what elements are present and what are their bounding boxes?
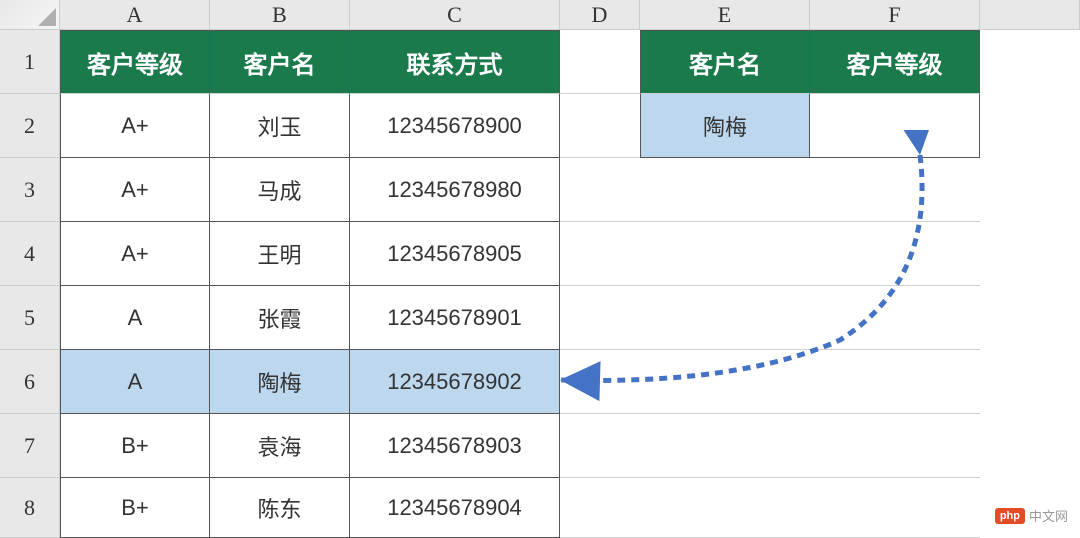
- cell-B7[interactable]: 袁海: [210, 414, 350, 478]
- row-header-1[interactable]: 1: [0, 30, 60, 94]
- cell-E3[interactable]: [640, 158, 810, 222]
- cell-C5[interactable]: 12345678901: [350, 286, 560, 350]
- cell-F6[interactable]: [810, 350, 980, 414]
- row-header-5[interactable]: 5: [0, 286, 60, 350]
- watermark: php 中文网: [995, 506, 1068, 525]
- col-header-extra[interactable]: [980, 0, 1080, 30]
- cell-A7[interactable]: B+: [60, 414, 210, 478]
- cell-extra-5[interactable]: [980, 286, 1080, 350]
- col-header-E[interactable]: E: [640, 0, 810, 30]
- cell-E6[interactable]: [640, 350, 810, 414]
- header-customer-name[interactable]: 客户名: [210, 30, 350, 94]
- cell-E4[interactable]: [640, 222, 810, 286]
- cell-A4[interactable]: A+: [60, 222, 210, 286]
- spreadsheet-grid: A B C D E F 1 客户等级 客户名 联系方式 客户名 客户等级 2 A…: [0, 0, 1080, 538]
- cell-A2[interactable]: A+: [60, 94, 210, 158]
- select-all-corner[interactable]: [0, 0, 60, 30]
- col-header-C[interactable]: C: [350, 0, 560, 30]
- cell-D1[interactable]: [560, 30, 640, 94]
- cell-D8[interactable]: [560, 478, 640, 538]
- cell-C8[interactable]: 12345678904: [350, 478, 560, 538]
- row-header-6[interactable]: 6: [0, 350, 60, 414]
- row-header-4[interactable]: 4: [0, 222, 60, 286]
- cell-A8[interactable]: B+: [60, 478, 210, 538]
- cell-D6[interactable]: [560, 350, 640, 414]
- cell-C4[interactable]: 12345678905: [350, 222, 560, 286]
- col-header-B[interactable]: B: [210, 0, 350, 30]
- cell-F3[interactable]: [810, 158, 980, 222]
- cell-A6[interactable]: A: [60, 350, 210, 414]
- header-customer-grade[interactable]: 客户等级: [60, 30, 210, 94]
- cell-E2-lookup-name[interactable]: 陶梅: [640, 94, 810, 158]
- col-header-F[interactable]: F: [810, 0, 980, 30]
- cell-B6[interactable]: 陶梅: [210, 350, 350, 414]
- cell-E7[interactable]: [640, 414, 810, 478]
- cell-B8[interactable]: 陈东: [210, 478, 350, 538]
- cell-D7[interactable]: [560, 414, 640, 478]
- cell-E5[interactable]: [640, 286, 810, 350]
- cell-A3[interactable]: A+: [60, 158, 210, 222]
- watermark-text: 中文网: [1029, 506, 1068, 525]
- cell-A5[interactable]: A: [60, 286, 210, 350]
- cell-D2[interactable]: [560, 94, 640, 158]
- watermark-badge: php: [995, 508, 1025, 524]
- row-header-2[interactable]: 2: [0, 94, 60, 158]
- header-contact[interactable]: 联系方式: [350, 30, 560, 94]
- cell-C7[interactable]: 12345678903: [350, 414, 560, 478]
- cell-B3[interactable]: 马成: [210, 158, 350, 222]
- row-header-7[interactable]: 7: [0, 414, 60, 478]
- row-header-8[interactable]: 8: [0, 478, 60, 538]
- cell-extra-4[interactable]: [980, 222, 1080, 286]
- cell-F5[interactable]: [810, 286, 980, 350]
- cell-F2-lookup-result[interactable]: [810, 94, 980, 158]
- cell-B4[interactable]: 王明: [210, 222, 350, 286]
- col-header-D[interactable]: D: [560, 0, 640, 30]
- cell-D3[interactable]: [560, 158, 640, 222]
- cell-C2[interactable]: 12345678900: [350, 94, 560, 158]
- cell-extra-2[interactable]: [980, 94, 1080, 158]
- cell-extra-3[interactable]: [980, 158, 1080, 222]
- header2-customer-name[interactable]: 客户名: [640, 30, 810, 94]
- row-header-3[interactable]: 3: [0, 158, 60, 222]
- cell-extra-6[interactable]: [980, 350, 1080, 414]
- cell-C3[interactable]: 12345678980: [350, 158, 560, 222]
- cell-D5[interactable]: [560, 286, 640, 350]
- cell-F8[interactable]: [810, 478, 980, 538]
- cell-B2[interactable]: 刘玉: [210, 94, 350, 158]
- cell-E8[interactable]: [640, 478, 810, 538]
- cell-F4[interactable]: [810, 222, 980, 286]
- cell-extra-7[interactable]: [980, 414, 1080, 478]
- cell-D4[interactable]: [560, 222, 640, 286]
- header2-customer-grade[interactable]: 客户等级: [810, 30, 980, 94]
- col-header-A[interactable]: A: [60, 0, 210, 30]
- cell-extra-1[interactable]: [980, 30, 1080, 94]
- cell-C6[interactable]: 12345678902: [350, 350, 560, 414]
- cell-B5[interactable]: 张霞: [210, 286, 350, 350]
- cell-F7[interactable]: [810, 414, 980, 478]
